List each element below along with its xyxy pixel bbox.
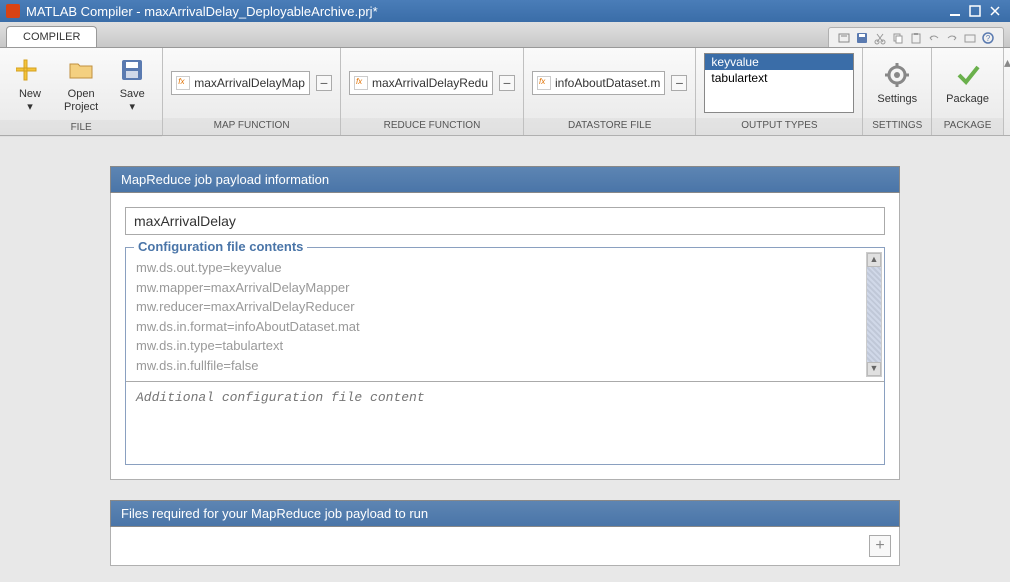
config-scrollbar[interactable]: ▲ ▼ [866, 252, 882, 377]
copy-icon[interactable] [891, 31, 905, 45]
titlebar: MATLAB Compiler - maxArrivalDelay_Deploy… [0, 0, 1010, 22]
ribbon-group-package: Package PACKAGE [932, 48, 1004, 135]
files-panel: Files required for your MapReduce job pa… [110, 500, 900, 566]
undo-icon[interactable] [927, 31, 941, 45]
redo-icon[interactable] [945, 31, 959, 45]
app-icon [6, 4, 20, 18]
quick-access-toolbar: ? [828, 27, 1004, 47]
new-icon [14, 54, 46, 86]
cut-icon[interactable] [873, 31, 887, 45]
config-readonly-lines: mw.ds.out.type=keyvalue mw.mapper=maxArr… [126, 248, 884, 381]
open-project-button[interactable]: Open Project [58, 52, 104, 116]
ribbon-group-reduce: maxArrivalDelayRedu − REDUCE FUNCTION [341, 48, 524, 135]
scroll-down-button[interactable]: ▼ [867, 362, 881, 376]
save-icon[interactable] [855, 31, 869, 45]
content-area: MapReduce job payload information Config… [0, 136, 1010, 576]
paste-icon[interactable] [909, 31, 923, 45]
map-function-field[interactable]: maxArrivalDelayMap [171, 71, 310, 95]
scroll-up-button[interactable]: ▲ [867, 253, 881, 267]
check-icon [952, 59, 984, 91]
files-header: Files required for your MapReduce job pa… [110, 500, 900, 527]
maximize-button[interactable] [966, 3, 984, 19]
qat-icon-1[interactable] [837, 31, 851, 45]
ribbon-group-datastore: infoAboutDataset.m − DATASTORE FILE [524, 48, 696, 135]
settings-button[interactable]: Settings [871, 57, 923, 108]
ribbon-group-file: New▾ Open Project Save▾ FILE [0, 48, 163, 135]
save-icon [116, 54, 148, 86]
ribbon-group-map: maxArrivalDelayMap − MAP FUNCTION [163, 48, 341, 135]
reduce-remove-button[interactable]: − [499, 75, 515, 91]
new-button[interactable]: New▾ [8, 52, 52, 116]
window-title: MATLAB Compiler - maxArrivalDelay_Deploy… [26, 4, 946, 19]
payload-name-input[interactable] [125, 207, 885, 235]
ribbon: New▾ Open Project Save▾ FILE maxArrivalD… [0, 48, 1010, 136]
reduce-function-field[interactable]: maxArrivalDelayRedu [349, 71, 493, 95]
scroll-track[interactable] [867, 267, 881, 362]
package-button[interactable]: Package [940, 57, 995, 108]
gear-icon [881, 59, 913, 91]
map-remove-button[interactable]: − [316, 75, 332, 91]
save-button[interactable]: Save▾ [110, 52, 154, 116]
tab-compiler[interactable]: COMPILER [6, 26, 97, 47]
ribbon-group-output: keyvalue tabulartext OUTPUT TYPES [696, 48, 863, 135]
datastore-file-field[interactable]: infoAboutDataset.m [532, 71, 665, 95]
tab-strip: COMPILER ? [0, 22, 1010, 48]
mfile-icon [176, 76, 190, 90]
additional-config-textarea[interactable] [126, 381, 884, 461]
output-types-list[interactable]: keyvalue tabulartext [704, 53, 854, 113]
svg-text:?: ? [986, 34, 991, 43]
mfile-icon [537, 76, 551, 90]
payload-panel: MapReduce job payload information Config… [110, 166, 900, 480]
minimize-button[interactable] [946, 3, 964, 19]
add-file-button[interactable]: + [869, 535, 891, 557]
payload-header: MapReduce job payload information [110, 166, 900, 193]
close-button[interactable] [986, 3, 1004, 19]
datastore-remove-button[interactable]: − [671, 75, 687, 91]
ribbon-collapse-button[interactable]: ▴ [1004, 48, 1010, 135]
output-type-keyvalue[interactable]: keyvalue [705, 54, 853, 70]
help-icon[interactable]: ? [981, 31, 995, 45]
qat-icon-8[interactable] [963, 31, 977, 45]
config-fieldset: Configuration file contents mw.ds.out.ty… [125, 247, 885, 465]
mfile-icon [354, 76, 368, 90]
output-type-tabulartext[interactable]: tabulartext [705, 70, 853, 86]
folder-icon [65, 54, 97, 86]
ribbon-group-settings: Settings SETTINGS [863, 48, 932, 135]
